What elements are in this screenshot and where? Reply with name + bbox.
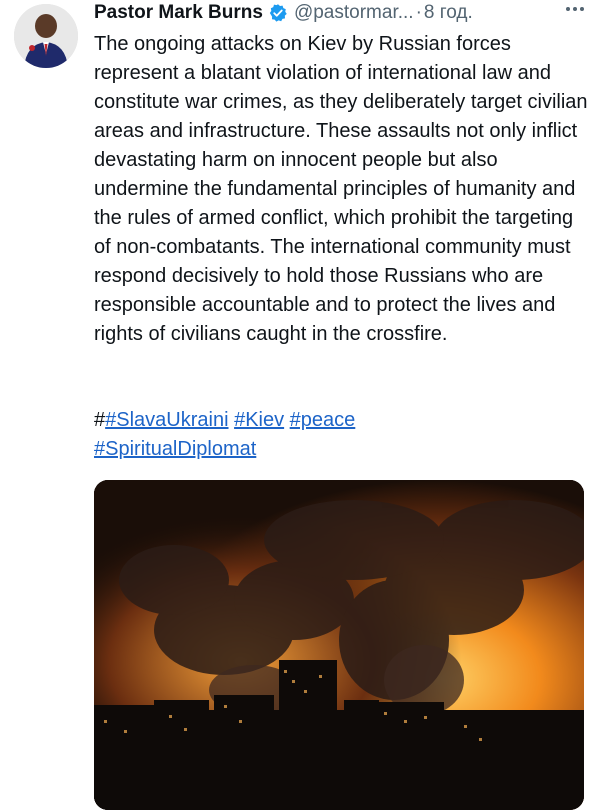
author-handle[interactable]: @pastormar...: [294, 2, 414, 24]
hashtag-spiritualdiplomat[interactable]: #SpiritualDiplomat: [94, 438, 256, 460]
verified-badge-icon: [268, 3, 288, 23]
hashtag-kiev[interactable]: #Kiev: [234, 409, 284, 431]
header-separator: ·: [415, 2, 422, 23]
hashtag-prefix: #: [94, 409, 106, 431]
more-horizontal-icon[interactable]: [564, 0, 586, 20]
explosion-night-photo: [94, 480, 584, 810]
author-avatar[interactable]: [14, 4, 78, 68]
tweet-timestamp[interactable]: 8 год.: [424, 2, 473, 24]
tweet-body: The ongoing attacks on Kiev by Russian f…: [94, 30, 594, 349]
tweet-hashtags: ##SlavaUkraini #Kiev #peace #SpiritualDi…: [94, 406, 594, 464]
author-name[interactable]: Pastor Mark Burns: [94, 2, 263, 24]
tweet-body-text: The ongoing attacks on Kiev by Russian f…: [94, 33, 588, 345]
hashtag-slavaukraini[interactable]: #SlavaUkraini: [105, 409, 228, 431]
avatar-image: [14, 4, 78, 68]
hashtag-peace[interactable]: #peace: [290, 409, 356, 431]
tweet-header: Pastor Mark Burns @pastormar... · 8 год.: [94, 0, 588, 26]
tweet-photo[interactable]: [94, 480, 584, 810]
